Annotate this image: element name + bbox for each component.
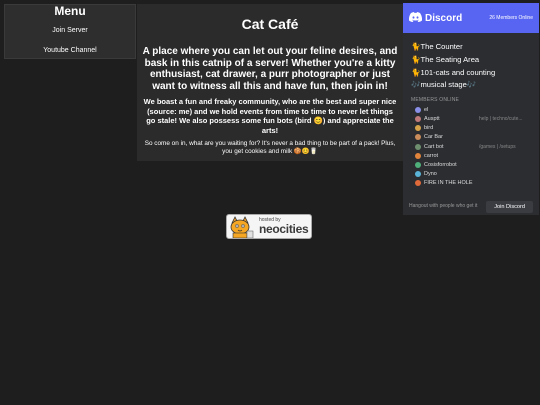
join-server-link[interactable]: Join Server — [5, 27, 135, 35]
member-name: Car Bar — [424, 134, 443, 141]
member-activity: /games | /setups — [479, 143, 516, 150]
discord-widget-header: Discord 26 Members Online — [403, 3, 539, 33]
member-name: Ausptt — [424, 115, 440, 122]
member-name: Cart bot — [424, 143, 444, 150]
member-name: el — [424, 106, 429, 113]
badge-text: hosted by neocities — [259, 218, 309, 236]
community-text: We boast a fun and freaky community, who… — [143, 97, 397, 135]
join-discord-button[interactable]: Join Discord — [486, 200, 533, 213]
avatar — [415, 171, 421, 178]
menu-panel: Menu Join Server Youtube Channel — [4, 4, 136, 59]
avatar — [415, 180, 421, 187]
member-item[interactable]: Cosisforrobot — [403, 160, 539, 169]
intro-text: A place where you can let out your felin… — [142, 46, 398, 92]
member-name: Cosisforrobot — [424, 161, 457, 168]
invite-text: So come on in, what are you waiting for?… — [144, 140, 396, 155]
member-activity: help | techno/cute... — [479, 115, 523, 122]
member-name: carrot — [424, 152, 439, 159]
discord-widget-footer: Hangout with people who get it Join Disc… — [403, 198, 539, 215]
main-content: Cat Café A place where you can let out y… — [137, 4, 403, 161]
member-item[interactable]: carrot — [403, 151, 539, 160]
avatar — [415, 152, 421, 159]
menu-title: Menu — [54, 4, 86, 18]
avatar — [415, 161, 421, 168]
youtube-channel-link[interactable]: Youtube Channel — [5, 47, 135, 55]
discord-icon — [408, 9, 423, 27]
member-name: bird — [424, 125, 434, 132]
avatar — [415, 134, 421, 141]
discord-wordmark: Discord — [425, 12, 463, 24]
avatar — [415, 115, 421, 122]
avatar — [415, 106, 421, 113]
badge-brand: neocities — [259, 222, 309, 236]
avatar — [415, 125, 421, 132]
member-item[interactable]: Ausptt help | techno/cute... — [403, 114, 539, 123]
neocities-cat-icon — [227, 215, 255, 238]
member-name: FIRE IN THE HOLE — [424, 180, 473, 187]
member-item[interactable]: bird — [403, 124, 539, 133]
neocities-badge[interactable]: hosted by neocities — [226, 214, 312, 239]
member-list: el Ausptt help | techno/cute... bird Car Bar… — [403, 105, 539, 188]
channel-item[interactable]: 🐈101-cats and counting — [411, 67, 539, 80]
discord-logo[interactable]: Discord — [408, 9, 463, 27]
discord-widget: Discord 26 Members Online 🐈The Counter 🐈… — [403, 3, 539, 215]
online-count: 26 Members Online — [489, 15, 533, 21]
member-item[interactable]: Dyno — [403, 170, 539, 179]
members-header: MEMBERS ONLINE — [411, 97, 460, 104]
avatar — [415, 143, 421, 150]
channel-item[interactable]: 🐈The Counter — [411, 41, 539, 54]
member-item[interactable]: el — [403, 105, 539, 114]
footer-text: Hangout with people who get it — [409, 202, 478, 209]
member-item[interactable]: Cart bot/games | /setups — [403, 142, 539, 151]
channel-item[interactable]: 🐈The Seating Area — [411, 54, 539, 67]
page-title: Cat Café — [241, 16, 299, 32]
channel-list: 🐈The Counter 🐈The Seating Area 🐈101-cats… — [403, 33, 539, 92]
member-item[interactable]: Car Bar — [403, 133, 539, 142]
channel-item[interactable]: 🎶musical stage🎶 — [411, 79, 539, 92]
member-item[interactable]: FIRE IN THE HOLE — [403, 179, 539, 188]
member-name: Dyno — [424, 171, 437, 178]
